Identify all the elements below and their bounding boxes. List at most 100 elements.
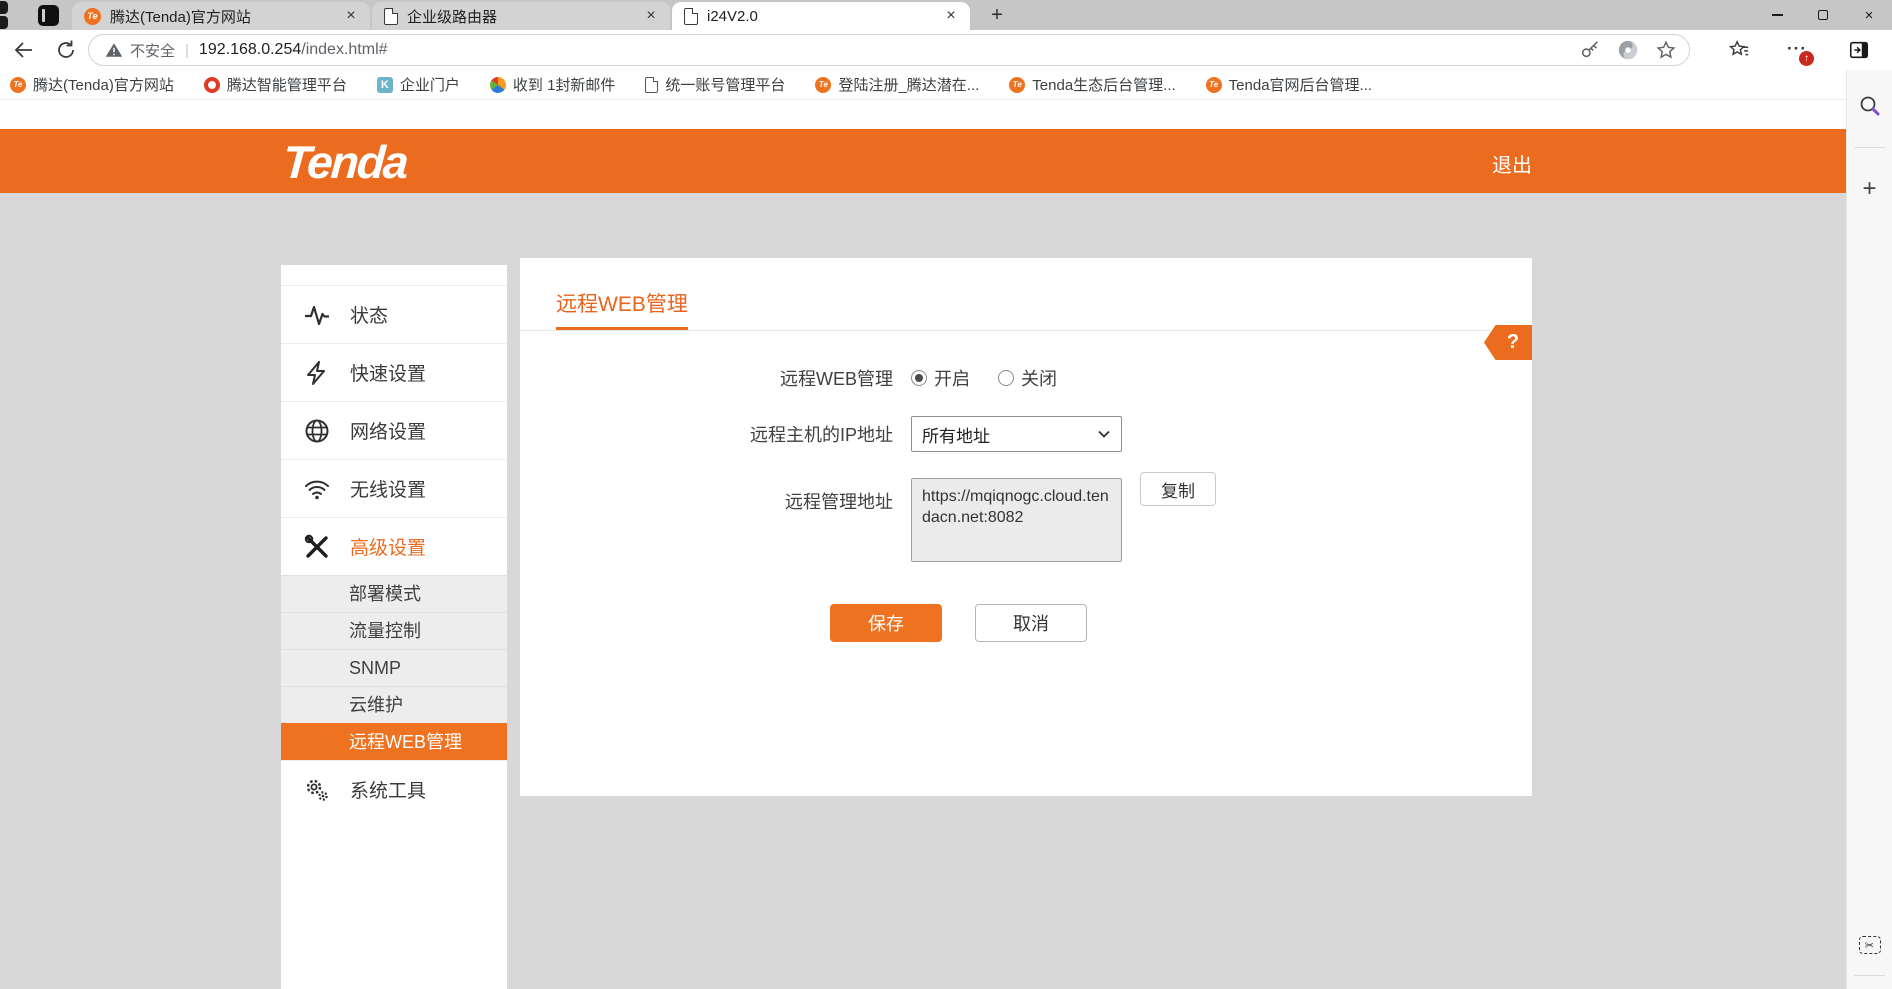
- copy-button[interactable]: 复制: [1140, 472, 1216, 506]
- sidebar-item-label: 状态: [350, 301, 388, 328]
- tenda-favicon-icon: Te: [1009, 77, 1025, 93]
- sidebar-item-wireless-settings[interactable]: 无线设置: [281, 459, 507, 517]
- bookmark-item[interactable]: 收到 1封新邮件: [490, 74, 616, 95]
- sidebar-nav: 状态 快速设置 网络设置 无线设置 高级设置 部署模式 流量控制 SNMP 云维…: [281, 265, 507, 989]
- bookmark-label: 腾达智能管理平台: [227, 74, 347, 95]
- url-path: /index.html#: [301, 41, 387, 59]
- browser-tab-1[interactable]: Te 腾达(Tenda)官方网站 ×: [72, 2, 370, 30]
- remote-ip-select[interactable]: 所有地址: [911, 416, 1122, 452]
- remote-addr-textarea[interactable]: https://mqiqnogc.cloud.tendacn.net:8082: [911, 478, 1122, 562]
- mail-icon: [490, 77, 506, 93]
- page-favicon-icon: [384, 8, 398, 25]
- bookmark-label: Tenda生态后台管理...: [1032, 74, 1175, 95]
- submenu-item-cloud-maintenance[interactable]: 云维护: [281, 686, 507, 723]
- gears-icon: [304, 777, 330, 803]
- sidebar-item-quick-setup[interactable]: 快速设置: [281, 343, 507, 401]
- new-tab-button[interactable]: +: [984, 3, 1010, 29]
- action-buttons: 保存 取消: [830, 604, 1087, 642]
- minimize-icon: [1772, 14, 1783, 16]
- save-button[interactable]: 保存: [830, 604, 942, 642]
- close-tab-icon[interactable]: ×: [942, 7, 960, 25]
- favorite-star-icon[interactable]: [1655, 39, 1677, 61]
- browser-tab-3-active[interactable]: i24V2.0 ×: [672, 2, 970, 30]
- rail-divider: [1854, 147, 1885, 148]
- page-favicon-icon: [684, 8, 698, 25]
- window-corner-icon: [0, 1, 10, 29]
- radio-off[interactable]: [998, 370, 1014, 386]
- close-tab-icon[interactable]: ×: [342, 7, 360, 25]
- tenda-favicon-icon: Te: [84, 8, 101, 25]
- tenda-favicon-icon: Te: [1206, 77, 1222, 93]
- tab-title: i24V2.0: [707, 8, 934, 25]
- refresh-icon[interactable]: [54, 38, 78, 62]
- edge-sidebar-rail: + ✂: [1846, 70, 1892, 989]
- radio-on-label[interactable]: 开启: [934, 365, 970, 391]
- bookmark-item[interactable]: Te 登陆注册_腾达潜在...: [815, 74, 979, 95]
- radio-on[interactable]: [911, 370, 927, 386]
- tab-title: 腾达(Tenda)官方网站: [110, 6, 334, 27]
- favorites-bar-icon[interactable]: [1728, 39, 1750, 61]
- bookmark-item[interactable]: Te Tenda官网后台管理...: [1206, 74, 1372, 95]
- bookmark-item[interactable]: K 企业门户: [377, 74, 460, 95]
- settings-menu-button[interactable]: ··· ↑: [1786, 39, 1808, 61]
- sidebar-item-advanced-settings[interactable]: 高级设置: [281, 517, 507, 575]
- sidebar-item-network-settings[interactable]: 网络设置: [281, 401, 507, 459]
- logout-button[interactable]: 退出: [1492, 149, 1532, 178]
- bookmark-item[interactable]: Te 腾达(Tenda)官方网站: [10, 74, 174, 95]
- bookmark-item[interactable]: 统一账号管理平台: [645, 74, 785, 95]
- bookmark-label: Tenda官网后台管理...: [1229, 74, 1372, 95]
- page-icon: [645, 77, 658, 93]
- tab-strip: Te 腾达(Tenda)官方网站 × 企业级路由器 × i24V2.0 × + …: [0, 0, 1892, 30]
- maximize-button[interactable]: [1800, 0, 1846, 30]
- remote-addr-row: 远程管理地址 https://mqiqnogc.cloud.tendacn.ne…: [520, 472, 1532, 562]
- password-key-icon[interactable]: [1579, 39, 1601, 61]
- extension-pinwheel-icon[interactable]: [1617, 39, 1639, 61]
- search-icon[interactable]: [1858, 94, 1882, 118]
- bookmark-item[interactable]: Te Tenda生态后台管理...: [1009, 74, 1175, 95]
- page-title: 远程WEB管理: [556, 288, 688, 330]
- bookmark-label: 收到 1封新邮件: [513, 74, 616, 95]
- submenu-item-snmp[interactable]: SNMP: [281, 649, 507, 686]
- tenda-logo: Tenda: [281, 135, 409, 189]
- url-separator: |: [185, 42, 189, 59]
- k-portal-icon: K: [377, 77, 393, 93]
- bookmark-label: 统一账号管理平台: [665, 74, 785, 95]
- bookmarks-bar: Te 腾达(Tenda)官方网站 腾达智能管理平台 K 企业门户 收到 1封新邮…: [0, 70, 1846, 100]
- close-window-button[interactable]: ×: [1846, 0, 1892, 30]
- scissors-icon: ✂: [1865, 939, 1874, 952]
- sidebar-item-label: 网络设置: [350, 417, 426, 444]
- bookmark-item[interactable]: 腾达智能管理平台: [204, 74, 347, 95]
- back-icon[interactable]: [12, 38, 36, 62]
- maximize-icon: [1818, 10, 1828, 20]
- address-bar[interactable]: 不安全 | 192.168.0.254 /index.html#: [88, 34, 1690, 66]
- remote-ip-row: 远程主机的IP地址 所有地址: [520, 416, 1532, 452]
- screenshot-snip-button[interactable]: ✂: [1859, 936, 1881, 954]
- wifi-icon: [304, 476, 330, 502]
- globe-icon: [304, 418, 330, 444]
- red-ring-icon: [204, 77, 220, 93]
- submenu-item-traffic-control[interactable]: 流量控制: [281, 612, 507, 649]
- submenu-item-deployment-mode[interactable]: 部署模式: [281, 575, 507, 612]
- browser-tab-2[interactable]: 企业级路由器 ×: [372, 2, 670, 30]
- remote-ip-label: 远程主机的IP地址: [520, 421, 893, 447]
- sidebar-toggle-icon[interactable]: [1848, 39, 1870, 61]
- advanced-settings-submenu: 部署模式 流量控制 SNMP 云维护 远程WEB管理: [281, 575, 507, 760]
- sidebar-item-status[interactable]: 状态: [281, 285, 507, 343]
- tab-actions-icon[interactable]: [38, 5, 59, 26]
- add-sidebar-app-button[interactable]: +: [1862, 175, 1876, 203]
- remote-ip-selected-value: 所有地址: [922, 422, 1097, 447]
- sidebar-item-system-tools[interactable]: 系统工具: [281, 760, 507, 818]
- remote-mgmt-label: 远程WEB管理: [520, 365, 893, 391]
- submenu-item-remote-web-mgmt[interactable]: 远程WEB管理: [281, 723, 507, 760]
- sidebar-item-label: 系统工具: [350, 776, 426, 803]
- cancel-button[interactable]: 取消: [975, 604, 1087, 642]
- minimize-button[interactable]: [1754, 0, 1800, 30]
- url-host: 192.168.0.254: [199, 41, 301, 59]
- chevron-down-icon: [1097, 427, 1111, 441]
- sidebar-item-label: 高级设置: [350, 533, 426, 560]
- pulse-icon: [304, 302, 330, 328]
- window-controls: ×: [1754, 0, 1892, 30]
- page-top-margin: [0, 100, 1846, 129]
- close-tab-icon[interactable]: ×: [642, 7, 660, 25]
- radio-off-label[interactable]: 关闭: [1021, 365, 1057, 391]
